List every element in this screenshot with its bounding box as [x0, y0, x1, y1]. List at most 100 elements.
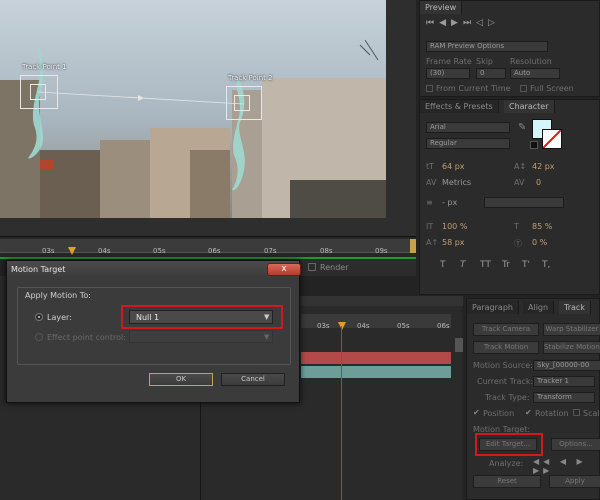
- eyedropper-icon[interactable]: ✎: [518, 122, 526, 133]
- scale-checkbox[interactable]: [573, 409, 580, 416]
- playback-controls[interactable]: ⏮◀▶⏭◁▷: [426, 18, 500, 28]
- tab-character[interactable]: Character: [504, 100, 555, 113]
- resolution-dropdown[interactable]: Auto: [510, 68, 560, 79]
- composition-viewer[interactable]: Track Point 1 Track Point 2: [0, 0, 416, 236]
- stabilize-motion-button[interactable]: Stabilize Motion: [543, 341, 600, 354]
- reset-button[interactable]: Reset: [473, 475, 541, 488]
- position-checkbox[interactable]: ✔: [473, 408, 480, 417]
- horizontal-scale-icon: T: [514, 222, 519, 231]
- effect-point-radio[interactable]: [35, 333, 43, 341]
- stroke-style-dropdown[interactable]: [484, 197, 564, 208]
- render-label: Render: [320, 263, 349, 272]
- track-point-1-label: Track Point 1: [22, 63, 67, 71]
- skip-field[interactable]: 0: [476, 68, 506, 79]
- motion-source-dropdown[interactable]: Sky_[00000-00: [533, 360, 600, 371]
- baseline-shift-value[interactable]: 58 px: [442, 238, 465, 247]
- render-checkbox[interactable]: [308, 263, 316, 271]
- from-current-time-checkbox[interactable]: [426, 85, 433, 92]
- tracking-icon: AV: [514, 178, 525, 187]
- style-subscript[interactable]: T,: [542, 260, 550, 270]
- tsume-value[interactable]: 0 %: [532, 238, 547, 247]
- stroke-width-icon: ≡: [426, 198, 433, 207]
- cancel-button[interactable]: Cancel: [221, 373, 285, 386]
- tracking-value[interactable]: 0: [536, 178, 541, 187]
- stroke-color-swatch[interactable]: [542, 129, 562, 149]
- tick-label: 08s: [320, 247, 333, 255]
- time-ruler[interactable]: [0, 239, 410, 253]
- tsume-icon: Ⓣ: [514, 239, 522, 248]
- frame-rate-dropdown[interactable]: (30): [426, 68, 470, 79]
- default-colors-icon[interactable]: [530, 141, 538, 149]
- current-track-label: Current Track:: [477, 377, 534, 386]
- tick-label: 09s: [375, 247, 388, 255]
- motion-source-label: Motion Source:: [473, 361, 533, 370]
- font-size-value[interactable]: 64 px: [442, 162, 465, 171]
- tick-label: 03s: [42, 247, 55, 255]
- track-motion-button[interactable]: Track Motion: [473, 341, 539, 354]
- tab-align[interactable]: Align: [523, 301, 555, 314]
- dialog-close-button[interactable]: x: [267, 263, 301, 276]
- analyze-label: Analyze:: [489, 459, 524, 468]
- current-time-indicator[interactable]: [341, 326, 342, 500]
- current-track-dropdown[interactable]: Tracker 1: [533, 376, 595, 387]
- track-type-label: Track Type:: [485, 393, 530, 402]
- track-camera-button[interactable]: Track Camera: [473, 323, 539, 336]
- style-faux-italic[interactable]: T: [460, 260, 466, 270]
- style-faux-bold[interactable]: T: [440, 260, 446, 270]
- vertical-scale-value[interactable]: 100 %: [442, 222, 467, 231]
- tick-label: 06s: [208, 247, 221, 255]
- rotation-checkbox[interactable]: ✔: [525, 408, 532, 417]
- motion-target-dialog: Motion Target x Apply Motion To: Layer: …: [6, 260, 301, 403]
- horizontal-scale-value[interactable]: 85 %: [532, 222, 552, 231]
- highlight-layer-dropdown: [121, 305, 283, 329]
- apply-button[interactable]: Apply: [549, 475, 600, 488]
- layer-bar-footage[interactable]: [301, 366, 451, 378]
- kerning-icon: AV: [426, 178, 437, 187]
- font-family-dropdown[interactable]: Arial: [426, 122, 510, 133]
- analyze-controls[interactable]: ◀◀ ◀ ▶ ▶▶: [533, 457, 599, 475]
- full-screen-label: Full Screen: [530, 84, 574, 93]
- tick-label: 05s: [397, 322, 410, 330]
- tab-tracker[interactable]: Track: [559, 301, 591, 314]
- options-button[interactable]: Options...: [551, 438, 600, 451]
- dialog-title[interactable]: Motion Target: [7, 261, 299, 279]
- style-superscript[interactable]: T': [522, 260, 530, 270]
- layer-bar-null[interactable]: [301, 352, 451, 364]
- no-stroke-icon: [542, 129, 562, 149]
- timeline-ruler-top[interactable]: 03s 04s 05s 06s 07s 08s 09s: [0, 236, 416, 260]
- tick-label: 06s: [437, 322, 450, 330]
- layer-label: Layer:: [47, 313, 72, 322]
- ram-preview-dropdown[interactable]: RAM Preview Options: [426, 41, 548, 52]
- tracker-panel: Paragraph Align Track Track Camera Warp …: [466, 298, 600, 500]
- composition-frame[interactable]: Track Point 1 Track Point 2: [0, 0, 386, 218]
- track-type-dropdown[interactable]: Transform: [533, 392, 595, 403]
- style-all-caps[interactable]: TT: [480, 260, 491, 270]
- track-point-1-feature-region[interactable]: [30, 84, 46, 100]
- work-area-bar: [0, 257, 416, 259]
- tab-effects-presets[interactable]: Effects & Presets: [420, 100, 499, 113]
- layer-radio[interactable]: [35, 313, 43, 321]
- style-small-caps[interactable]: Tr: [502, 260, 510, 270]
- kerning-value[interactable]: Metrics: [442, 178, 471, 187]
- timeline-scroll[interactable]: [455, 338, 463, 352]
- font-style-dropdown[interactable]: Regular: [426, 138, 510, 149]
- from-current-time-label: From Current Time: [436, 84, 511, 93]
- tick-label: 04s: [98, 247, 111, 255]
- full-screen-checkbox[interactable]: [520, 85, 527, 92]
- track-point-2-feature-region[interactable]: [234, 95, 250, 111]
- rotation-label: Rotation: [535, 409, 569, 418]
- baseline-shift-icon: A↑: [426, 238, 439, 247]
- tab-preview[interactable]: Preview: [420, 1, 463, 14]
- preview-panel: Preview ⏮◀▶⏭◁▷ RAM Preview Options Frame…: [419, 0, 600, 97]
- tab-paragraph[interactable]: Paragraph: [467, 301, 519, 314]
- stroke-width-value[interactable]: - px: [442, 198, 457, 207]
- frame-rate-label: Frame Rate: [426, 57, 472, 66]
- font-size-icon: tT: [426, 162, 435, 171]
- apply-motion-label: Apply Motion To:: [25, 291, 91, 300]
- end-marker: [410, 239, 416, 253]
- leading-value[interactable]: 42 px: [532, 162, 555, 171]
- warp-stabilizer-button[interactable]: Warp Stabilizer: [543, 323, 600, 336]
- tick-label: 05s: [153, 247, 166, 255]
- ok-button[interactable]: OK: [149, 373, 213, 386]
- chevron-down-icon: ▼: [264, 333, 270, 341]
